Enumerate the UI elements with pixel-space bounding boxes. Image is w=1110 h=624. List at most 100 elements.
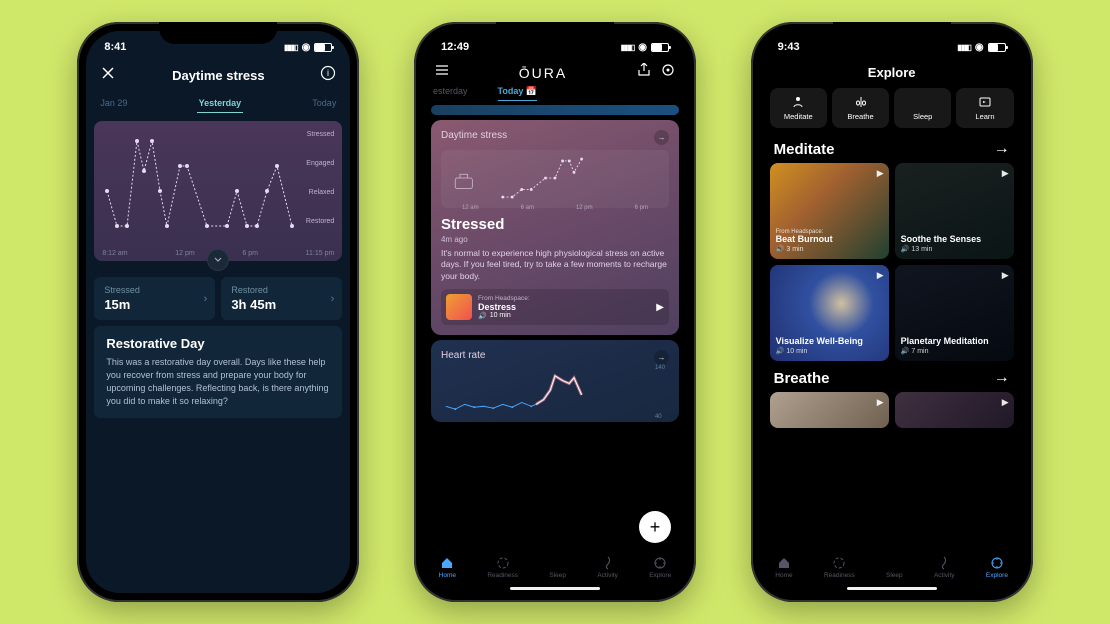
sound-icon xyxy=(478,312,487,320)
tile-row-3 xyxy=(760,392,1024,428)
nav-label: Sleep xyxy=(886,572,903,579)
notch xyxy=(833,22,951,44)
nav-readiness[interactable]: Readiness xyxy=(824,556,855,579)
heart-rate-card[interactable]: Heart rate → 140 40 xyxy=(431,340,679,422)
add-button[interactable]: + xyxy=(639,511,671,543)
target-icon[interactable] xyxy=(661,63,675,82)
summary-restored[interactable]: Restored 3h 45m › xyxy=(221,277,342,320)
tile-breathe-1[interactable] xyxy=(770,392,889,428)
summary-stressed[interactable]: Stressed 15m › xyxy=(94,277,215,320)
xlabel: 6 pm xyxy=(242,250,258,257)
tile-name: Visualize Well-Being xyxy=(776,337,883,347)
menu-icon[interactable] xyxy=(435,63,449,82)
notch xyxy=(496,22,614,44)
tile-breathe-2[interactable] xyxy=(895,392,1014,428)
nav-activity[interactable]: Activity xyxy=(597,556,618,579)
info-icon[interactable]: i xyxy=(320,65,336,86)
nav-label: Sleep xyxy=(549,572,566,579)
banner-card[interactable] xyxy=(431,105,679,115)
card-title: Heart rate xyxy=(441,350,485,365)
detail-body: This was a restorative day overall. Days… xyxy=(106,356,330,408)
xlabel: 11:15 pm xyxy=(306,250,335,257)
arrow-right-icon[interactable]: → xyxy=(994,140,1010,158)
tab-today[interactable]: Today 📅 xyxy=(498,86,538,101)
nav-label: Home xyxy=(775,572,792,579)
media-name: Destress xyxy=(478,302,530,312)
cat-learn[interactable]: Learn xyxy=(956,88,1013,128)
nav-home[interactable]: Home xyxy=(439,556,456,579)
ylabel: Relaxed xyxy=(306,189,334,196)
cat-label: Breathe xyxy=(847,112,873,121)
tab-prev[interactable]: Jan 29 xyxy=(98,94,129,113)
chart-line xyxy=(102,131,302,241)
tile-row-1: From Headspace: Beat Burnout 3 min Sooth… xyxy=(760,163,1024,259)
nav-home[interactable]: Home xyxy=(775,556,792,579)
home-indicator xyxy=(847,587,937,590)
cat-meditate[interactable]: Meditate xyxy=(770,88,827,128)
tile-beat-burnout[interactable]: From Headspace: Beat Burnout 3 min xyxy=(770,163,889,259)
cat-sleep[interactable]: Sleep xyxy=(894,88,951,128)
nav-sleep[interactable]: Sleep xyxy=(549,556,566,579)
cat-breathe[interactable]: Breathe xyxy=(832,88,889,128)
play-icon xyxy=(877,397,884,408)
wifi-icon xyxy=(302,41,311,53)
battery-icon xyxy=(988,43,1006,52)
arrow-right-icon[interactable]: → xyxy=(654,130,669,145)
close-icon[interactable] xyxy=(100,65,116,86)
svg-text:i: i xyxy=(327,68,329,78)
xlabel: 12 pm xyxy=(175,250,194,257)
tab-yesterday[interactable]: Yesterday xyxy=(197,94,244,113)
phone-explore: 9:43 Explore Meditate Breathe Sleep xyxy=(751,22,1033,602)
battery-icon xyxy=(314,43,332,52)
tile-duration: 3 min xyxy=(786,246,803,253)
tile-soothe-senses[interactable]: Soothe the Senses 13 min xyxy=(895,163,1014,259)
nav-sleep[interactable]: Sleep xyxy=(886,556,903,579)
stress-chart[interactable]: Stressed Engaged Relaxed Restored 8:12 a… xyxy=(94,121,342,261)
tab-yesterday[interactable]: esterday xyxy=(433,86,468,101)
sound-icon xyxy=(901,245,910,253)
nav-readiness[interactable]: Readiness xyxy=(487,556,518,579)
stress-description: It's normal to experience high physiolog… xyxy=(441,248,669,282)
tile-visualize-wellbeing[interactable]: Visualize Well-Being 10 min xyxy=(770,265,889,361)
sound-icon xyxy=(776,245,785,253)
media-destress[interactable]: From Headspace: Destress 10 min xyxy=(441,289,669,325)
xlabel: 8:12 am xyxy=(102,250,127,257)
share-icon[interactable] xyxy=(637,63,651,82)
status-time: 9:43 xyxy=(778,41,800,53)
tile-name: Planetary Meditation xyxy=(901,337,1008,347)
nav-label: Readiness xyxy=(487,572,518,579)
arrow-right-icon[interactable]: → xyxy=(994,369,1010,387)
detail-card: Restorative Day This was a restorative d… xyxy=(94,326,342,418)
status-time: 12:49 xyxy=(441,41,469,53)
stress-time: 4m ago xyxy=(441,235,669,244)
tab-today[interactable]: Today xyxy=(310,94,338,113)
nav-activity[interactable]: Activity xyxy=(934,556,955,579)
ylabel: Restored xyxy=(306,218,334,225)
nav-explore[interactable]: Explore xyxy=(986,556,1008,579)
chevron-right-icon: › xyxy=(331,293,335,305)
section-title: Breathe xyxy=(774,370,830,387)
media-thumbnail xyxy=(446,294,472,320)
status-icons xyxy=(621,41,669,53)
play-icon xyxy=(877,270,884,281)
tile-duration: 10 min xyxy=(786,348,807,355)
battery-icon xyxy=(651,43,669,52)
hr-chart: 140 40 xyxy=(441,365,669,420)
ylabel: 40 xyxy=(655,414,665,420)
play-icon[interactable] xyxy=(656,302,664,313)
tile-duration: 7 min xyxy=(911,348,928,355)
cat-label: Meditate xyxy=(784,112,813,121)
home-indicator xyxy=(510,587,600,590)
expand-chart-button[interactable] xyxy=(207,249,229,271)
arrow-right-icon[interactable]: → xyxy=(654,350,669,365)
play-icon xyxy=(1002,270,1009,281)
summary-label: Stressed xyxy=(104,285,205,295)
summary-value: 15m xyxy=(104,297,205,312)
signal-icon xyxy=(284,41,298,53)
nav-label: Activity xyxy=(597,572,618,579)
ylabel: Stressed xyxy=(306,131,334,138)
section-meditate-head: Meditate → xyxy=(760,132,1024,163)
stress-card[interactable]: Daytime stress → 12 am 6 am 12 pm xyxy=(431,120,679,335)
tile-planetary-meditation[interactable]: Planetary Meditation 7 min xyxy=(895,265,1014,361)
nav-explore[interactable]: Explore xyxy=(649,556,671,579)
